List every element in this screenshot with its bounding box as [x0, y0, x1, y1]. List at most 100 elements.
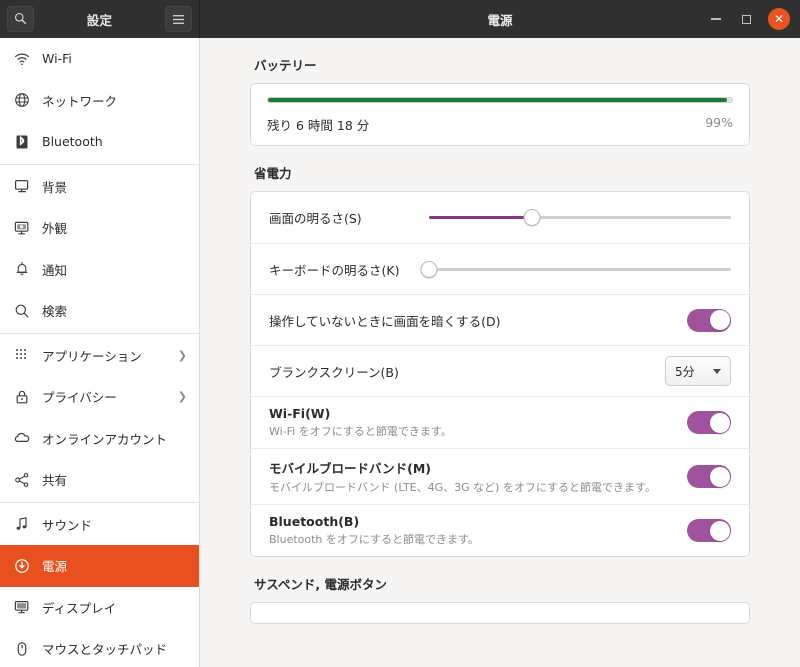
power-saving-section-title: 省電力 — [254, 166, 292, 181]
blank-screen-dropdown[interactable]: 5分 — [665, 356, 731, 386]
maximize-button[interactable] — [738, 11, 754, 27]
power-settings-content: バッテリー 残り 6 時間 18 分 99% 省電力 画面の明るさ(S) キーボ… — [200, 38, 800, 667]
sidebar-separator — [0, 501, 199, 503]
bell-icon — [13, 261, 30, 278]
sidebar-separator — [0, 332, 199, 334]
battery-progress-fill — [268, 98, 728, 102]
sidebar-item-notifications[interactable]: 通知 — [0, 249, 199, 291]
cloud-icon — [13, 430, 30, 447]
suspend-section-title: サスペンド, 電源ボタン — [254, 577, 387, 592]
mobile-broadband-toggle[interactable] — [687, 465, 731, 488]
battery-progress-track — [267, 97, 733, 103]
slider-fill — [429, 216, 532, 219]
content-headerbar: 電源 ✕ — [200, 0, 800, 38]
suspend-row-partial — [251, 603, 749, 623]
maximize-icon — [741, 14, 751, 24]
settings-window: 設定 電源 ✕ Wi-Fi ネットワーク Bluetooth 背景 外観 通知 … — [0, 0, 800, 667]
sidebar-item-sound[interactable]: サウンド — [0, 504, 199, 546]
sidebar-item-power[interactable]: 電源 — [0, 545, 199, 587]
sidebar-item-network[interactable]: ネットワーク — [0, 80, 199, 122]
wifi-subtitle: Wi-Fi をオフにすると節電できます。 — [269, 425, 452, 438]
lock-icon — [13, 388, 30, 405]
battery-card: 残り 6 時間 18 分 99% — [250, 83, 750, 146]
sidebar-item-label: 外観 — [42, 221, 68, 237]
music-note-icon — [13, 516, 30, 533]
sidebar-item-appearance[interactable]: 外観 — [0, 207, 199, 249]
toggle-knob — [709, 466, 730, 487]
battery-percent: 99% — [705, 115, 733, 130]
sidebar-item-label: Bluetooth — [42, 134, 103, 150]
wifi-icon — [13, 50, 30, 67]
sidebar-item-label: マウスとタッチパッド — [42, 642, 168, 658]
search-button[interactable] — [7, 6, 34, 32]
appearance-icon — [13, 219, 30, 236]
wifi-text: Wi-Fi(W) Wi-Fi をオフにすると節電できます。 — [269, 397, 687, 448]
bluetooth-subtitle: Bluetooth をオフにすると節電できます。 — [269, 533, 479, 546]
toggle-knob — [709, 520, 730, 541]
keyboard-brightness-row: キーボードの明るさ(K) — [251, 243, 749, 294]
sidebar-item-label: プライバシー — [42, 390, 117, 406]
mobile-broadband-title: モバイルブロードバンド(M) — [269, 461, 431, 476]
sidebar-item-label: アプリケーション — [42, 348, 142, 364]
toggle-knob — [709, 310, 730, 330]
blank-screen-row: ブランクスクリーン(B) 5分 — [251, 345, 749, 396]
wifi-toggle[interactable] — [687, 411, 731, 434]
sidebar-item-background[interactable]: 背景 — [0, 166, 199, 208]
blank-screen-label: ブランクスクリーン(B) — [269, 364, 399, 380]
wifi-title: Wi-Fi(W) — [269, 406, 331, 421]
battery-info: 残り 6 時間 18 分 99% — [267, 115, 733, 134]
bluetooth-toggle[interactable] — [687, 519, 731, 542]
power-saving-card: 画面の明るさ(S) キーボードの明るさ(K) 操作していないときに画面を暗くする… — [250, 191, 750, 557]
sidebar-item-sharing[interactable]: 共有 — [0, 459, 199, 501]
battery-time-remaining: 残り 6 時間 18 分 — [267, 118, 370, 133]
mobile-broadband-subtitle: モバイルブロードバンド (LTE、4G、3G など) をオフにすると節電できます… — [269, 481, 656, 494]
screen-brightness-row: 画面の明るさ(S) — [251, 192, 749, 243]
close-icon: ✕ — [773, 12, 785, 26]
network-globe-icon — [13, 92, 30, 109]
wifi-row: Wi-Fi(W) Wi-Fi をオフにすると節電できます。 — [251, 396, 749, 448]
keyboard-brightness-slider[interactable] — [420, 260, 731, 278]
close-button[interactable]: ✕ — [768, 8, 790, 30]
slider-track — [429, 267, 731, 271]
sidebar-item-label: 共有 — [42, 473, 68, 489]
bluetooth-row: Bluetooth(B) Bluetooth をオフにすると節電できます。 — [251, 504, 749, 556]
sidebar-item-display[interactable]: ディスプレイ — [0, 587, 199, 629]
chevron-right-icon: ❯ — [177, 348, 187, 362]
sidebar-item-online-accounts[interactable]: オンラインアカウント — [0, 418, 199, 460]
slider-handle[interactable] — [420, 260, 438, 278]
display-icon — [13, 599, 30, 616]
mobile-broadband-row: モバイルブロードバンド(M) モバイルブロードバンド (LTE、4G、3G など… — [251, 448, 749, 504]
chevron-down-icon — [713, 368, 721, 374]
screen-brightness-label: 画面の明るさ(S) — [269, 211, 362, 226]
sidebar-item-label: オンラインアカウント — [42, 431, 168, 447]
minimize-button[interactable] — [708, 11, 724, 27]
sidebar-item-label: 検索 — [42, 304, 68, 320]
screen-brightness-slider[interactable] — [429, 209, 731, 227]
sidebar-item-label: 背景 — [42, 179, 68, 195]
bluetooth-icon — [13, 133, 30, 150]
sidebar-item-label: ディスプレイ — [42, 600, 117, 616]
sidebar-item-applications[interactable]: アプリケーション ❯ — [0, 335, 199, 377]
main-menu-button[interactable] — [164, 6, 192, 32]
hamburger-menu-icon — [172, 10, 185, 29]
sidebar-headerbar: 設定 — [0, 0, 200, 38]
sidebar-item-search[interactable]: 検索 — [0, 290, 199, 332]
toggle-knob — [709, 412, 730, 433]
sidebar-item-bluetooth[interactable]: Bluetooth — [0, 121, 199, 163]
sidebar-item-mouse-touchpad[interactable]: マウスとタッチパッド — [0, 628, 199, 667]
sidebar-item-label: Wi-Fi — [42, 51, 72, 67]
background-monitor-icon — [13, 178, 30, 195]
power-icon — [13, 557, 30, 574]
keyboard-brightness-label: キーボードの明るさ(K) — [269, 262, 400, 278]
sidebar-item-label: 電源 — [42, 559, 68, 575]
dim-screen-row: 操作していないときに画面を暗くする(D) — [251, 294, 749, 345]
dim-screen-toggle[interactable] — [687, 308, 731, 332]
sidebar-item-wifi[interactable]: Wi-Fi — [0, 38, 199, 80]
slider-handle[interactable] — [523, 209, 541, 226]
blank-screen-value: 5分 — [675, 364, 695, 379]
share-icon — [13, 471, 30, 488]
window-controls: ✕ — [708, 8, 790, 30]
bluetooth-text: Bluetooth(B) Bluetooth をオフにすると節電できます。 — [269, 505, 687, 556]
sidebar-item-privacy[interactable]: プライバシー ❯ — [0, 376, 199, 418]
dim-screen-label: 操作していないときに画面を暗くする(D) — [269, 313, 501, 329]
